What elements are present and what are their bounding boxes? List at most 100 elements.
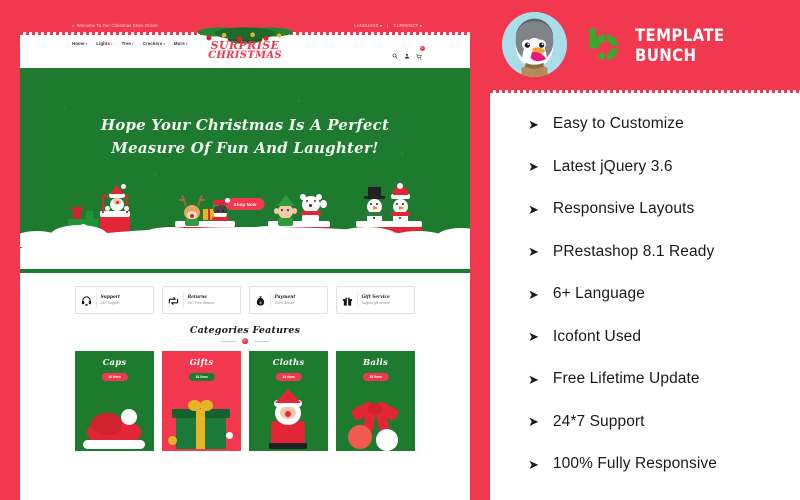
chevron-down-icon: ▾ xyxy=(380,22,383,28)
brand-name: TEMPLATE BUNCH xyxy=(635,26,725,66)
header-icons: 0 xyxy=(392,45,425,65)
headset-icon xyxy=(81,294,92,306)
category-card-caps[interactable]: Caps 18 Item xyxy=(75,351,154,451)
arrow-right-icon: ➤ xyxy=(528,201,539,217)
chevron-down-icon: ▾ xyxy=(419,22,422,28)
chevron-down-icon: ▾ xyxy=(111,41,113,46)
dashed-divider xyxy=(490,90,800,93)
service-subtitle: 24/7 Support xyxy=(100,301,120,305)
topbar-divider: | xyxy=(387,22,389,28)
home-icon: ⌂ xyxy=(72,22,75,28)
arrow-right-icon: ➤ xyxy=(528,329,539,345)
nav-item-crackers[interactable]: Crackers ▾ xyxy=(143,41,165,46)
nav-label: Home xyxy=(72,41,85,46)
nav-label: Tree xyxy=(121,41,132,46)
nav-item-home[interactable]: Home ▾ xyxy=(72,41,87,46)
category-name: Gifts xyxy=(189,358,214,368)
feature-label: Free Lifetime Update xyxy=(552,370,700,388)
arrow-right-icon: ➤ xyxy=(528,116,539,132)
service-subtitle: 24/7 Free Returns xyxy=(187,301,215,305)
template-bunch-mark-icon xyxy=(586,26,626,66)
service-title: Support xyxy=(100,295,120,300)
template-bunch-logo: TEMPLATE BUNCH xyxy=(586,26,800,66)
feature-item: ➤ PRestashop 8.1 Ready xyxy=(490,231,800,274)
user-account-icon[interactable] xyxy=(404,53,410,59)
chevron-down-icon: ▾ xyxy=(132,41,134,46)
nav-label: Lights xyxy=(96,41,110,46)
welcome-text: Welcome To Our Christmas Store Online xyxy=(76,22,158,28)
hero-heading-line-2: Measure Of Fun And Laughter! xyxy=(111,138,379,157)
categories-title: Categories Features xyxy=(189,325,301,336)
promo-panel: TEMPLATE BUNCH ➤ Easy to Customize ➤ Lat… xyxy=(490,0,800,500)
arrow-right-icon: ➤ xyxy=(528,414,539,430)
feature-list: ➤ Easy to Customize ➤ Latest jQuery 3.6 … xyxy=(490,103,800,486)
nav-label: Crackers xyxy=(142,41,163,46)
currency-selector[interactable]: CURRENCY ▾ xyxy=(394,23,422,28)
category-name: Balls xyxy=(363,358,388,368)
divider xyxy=(183,293,184,307)
feature-item: ➤ Responsive Layouts xyxy=(490,188,800,231)
category-cards: Caps 18 Item Gifts 18 Item Cloths 18 Ite… xyxy=(20,351,470,451)
arrow-right-icon: ➤ xyxy=(528,371,539,387)
nav-item-more[interactable]: More ▾ xyxy=(174,41,188,46)
feature-item: ➤ Icofont Used xyxy=(490,316,800,359)
nav-item-lights[interactable]: Lights ▾ xyxy=(96,41,112,46)
santa-hat-image xyxy=(75,389,154,451)
service-card-support[interactable]: Support 24/7 Support xyxy=(75,286,154,314)
service-card-returns[interactable]: Returns 24/7 Free Returns xyxy=(162,286,241,314)
santa-figure xyxy=(105,184,129,215)
brand-header: TEMPLATE BUNCH xyxy=(490,0,800,90)
feature-item: ➤ 6+ Language xyxy=(490,273,800,316)
service-card-payment[interactable]: $ Payment 100% Secure xyxy=(249,286,328,314)
currency-label: CURRENCY xyxy=(393,22,419,28)
arrow-right-icon: ➤ xyxy=(528,244,539,260)
chevron-down-icon: ▾ xyxy=(163,41,165,46)
shopping-cart-icon xyxy=(416,54,422,60)
santa-figure-image xyxy=(249,389,328,451)
website-mockup: ⌂ Welcome To Our Christmas Store Online … xyxy=(20,18,470,500)
arrow-right-icon: ➤ xyxy=(528,159,539,175)
category-card-gifts[interactable]: Gifts 18 Item xyxy=(162,351,241,451)
feature-label: 100% Fully Responsive xyxy=(552,455,717,473)
christmas-train-illustration xyxy=(20,174,470,269)
gift-icon xyxy=(342,294,353,306)
divider xyxy=(357,293,358,307)
site-header: Home ▾ Lights ▾ Tree ▾ Crackers ▾ More ▾… xyxy=(20,22,470,68)
welcome-message: ⌂ Welcome To Our Christmas Store Online xyxy=(72,23,158,28)
category-item-count: 18 Item xyxy=(188,373,215,381)
cart-button[interactable]: 0 xyxy=(416,45,425,65)
snowman-top-hat-figure xyxy=(362,187,388,225)
logo-line-2: CHRISTMAS xyxy=(208,50,282,62)
feature-label: Easy to Customize xyxy=(552,115,684,133)
service-text: Payment 100% Secure xyxy=(275,295,296,305)
ornament-balls-image xyxy=(336,389,415,451)
service-card-gift[interactable]: Gift Service Support gift service xyxy=(336,286,415,314)
hero-banner: Hope Your Christmas Is A Perfect Measure… xyxy=(20,68,470,273)
service-features-row: Support 24/7 Support Returns 24/7 Free R… xyxy=(20,273,470,323)
feature-item: ➤ 24*7 Support xyxy=(490,401,800,444)
language-selector[interactable]: LANGUAGE ▾ xyxy=(354,23,382,28)
hero-heading-line-1: Hope Your Christmas Is A Perfect xyxy=(100,116,390,134)
promo-banner: ⌂ Welcome To Our Christmas Store Online … xyxy=(0,0,800,500)
category-item-count: 18 Item xyxy=(362,373,389,381)
site-preview-panel: ⌂ Welcome To Our Christmas Store Online … xyxy=(0,0,490,500)
service-subtitle: 100% Secure xyxy=(274,301,295,305)
service-title: Gift Service xyxy=(361,295,390,300)
feature-item: ➤ Latest jQuery 3.6 xyxy=(490,146,800,189)
feature-label: 24*7 Support xyxy=(552,412,645,430)
category-card-cloths[interactable]: Cloths 18 Item xyxy=(249,351,328,451)
service-text: Support 24/7 Support xyxy=(101,295,120,305)
site-logo[interactable]: SURPRISE CHRISTMAS xyxy=(197,22,293,62)
gift-box-image xyxy=(162,389,241,451)
category-card-balls[interactable]: Balls 18 Item xyxy=(336,351,415,451)
feature-label: PRestashop 8.1 Ready xyxy=(552,242,715,260)
arrow-right-icon: ➤ xyxy=(528,456,539,472)
nav-item-tree[interactable]: Tree ▾ xyxy=(122,41,134,46)
service-text: Gift Service Support gift service xyxy=(362,295,390,305)
search-icon[interactable] xyxy=(392,53,398,59)
nav-label: More xyxy=(173,41,185,46)
feature-item: ➤ Free Lifetime Update xyxy=(490,358,800,401)
snowman-beanie-figure xyxy=(388,183,416,225)
service-title: Payment xyxy=(274,295,296,300)
feature-label: Responsive Layouts xyxy=(552,200,695,218)
